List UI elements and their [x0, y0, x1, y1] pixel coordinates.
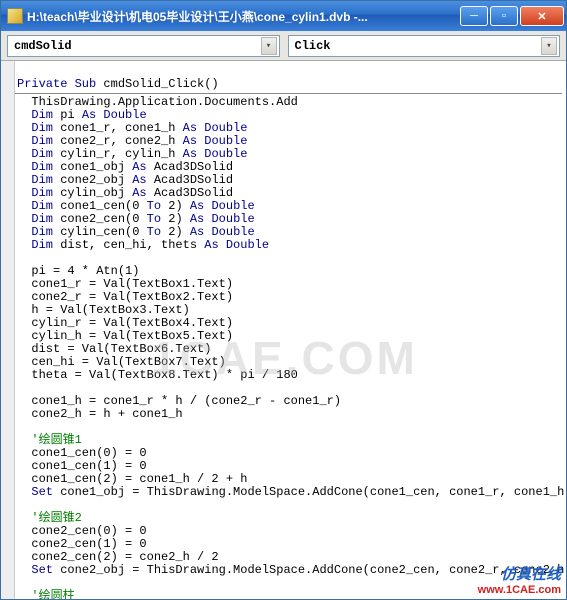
titlebar[interactable]: H:\teach\毕业设计\机电05毕业设计\王小燕\cone_cylin1.d… — [1, 1, 566, 31]
code-token: Dim — [17, 186, 53, 200]
code-line: cone1_r = Val(TextBox1.Text) — [17, 277, 233, 291]
code-token: pi — [53, 108, 82, 122]
code-token: cone2_obj — [53, 173, 132, 187]
code-line: cone1_cen(0) = 0 — [17, 446, 147, 460]
code-line: cone2_cen(1) = 0 — [17, 537, 147, 551]
code-comment: '绘圆柱 — [17, 589, 75, 599]
procedure-combo-value: Click — [295, 39, 331, 53]
code-token: cylin_cen(0 — [53, 225, 147, 239]
code-token: As — [132, 173, 146, 187]
code-token: cylin_obj — [53, 186, 132, 200]
code-toolbar: cmdSolid ▾ Click ▾ — [1, 31, 566, 61]
code-token: Dim — [17, 212, 53, 226]
code-token: Dim — [17, 199, 53, 213]
code-token: Dim — [17, 238, 53, 252]
code-editor[interactable]: Private Sub cmdSolid_Click() ThisDrawing… — [1, 61, 566, 599]
code-token: cone1_cen(0 — [53, 199, 147, 213]
code-line: cone1_cen(2) = cone1_h / 2 + h — [17, 472, 247, 486]
code-line: cone2_r = Val(TextBox2.Text) — [17, 290, 233, 304]
app-icon — [7, 8, 23, 24]
code-token: Dim — [17, 108, 53, 122]
code-token: Dim — [17, 134, 53, 148]
code-line: cone2_cen(2) = cone2_h / 2 — [17, 550, 219, 564]
code-line: cen_hi = Val(TextBox7.Text) — [17, 355, 226, 369]
code-token: As Double — [183, 147, 248, 161]
chevron-down-icon[interactable]: ▾ — [541, 37, 557, 55]
code-line: cylin_r = Val(TextBox4.Text) — [17, 316, 233, 330]
code-token: dist, cen_hi, thets — [53, 238, 204, 252]
code-line: pi = 4 * Atn(1) — [17, 264, 139, 278]
window-buttons: ─ ▫ ✕ — [460, 6, 564, 26]
code-token: Dim — [17, 173, 53, 187]
code-token: Set — [17, 563, 53, 577]
code-token: As Double — [190, 199, 255, 213]
code-token: Dim — [17, 147, 53, 161]
code-token: cone2_cen(0 — [53, 212, 147, 226]
procedure-separator — [15, 93, 562, 94]
code-token: 2) — [161, 212, 190, 226]
code-token: cone1_obj — [53, 160, 132, 174]
indicator-margin — [1, 61, 15, 599]
code-line: h = Val(TextBox3.Text) — [17, 303, 190, 317]
code-token: To — [147, 212, 161, 226]
code-token: As — [132, 186, 146, 200]
code-token: Dim — [17, 160, 53, 174]
code-token: Private Sub — [17, 77, 96, 91]
code-line: ThisDrawing.Application.Documents.Add — [17, 95, 298, 109]
code-token: As — [132, 160, 146, 174]
code-token: cone1_r, cone1_h — [53, 121, 183, 135]
code-token: cmdSolid_Click() — [96, 77, 218, 91]
code-token: To — [147, 225, 161, 239]
code-token: cone1_obj = ThisDrawing.ModelSpace.AddCo… — [53, 485, 566, 499]
chevron-down-icon[interactable]: ▾ — [261, 37, 277, 55]
code-line: theta = Val(TextBox8.Text) * pi / 180 — [17, 368, 298, 382]
code-area[interactable]: Private Sub cmdSolid_Click() ThisDrawing… — [15, 61, 566, 599]
minimize-button[interactable]: ─ — [460, 6, 488, 26]
code-token: Acad3DSolid — [147, 186, 233, 200]
code-token: As Double — [82, 108, 147, 122]
object-combobox[interactable]: cmdSolid ▾ — [7, 35, 280, 57]
code-token: cylin_r, cylin_h — [53, 147, 183, 161]
code-token: To — [147, 199, 161, 213]
code-line: dist = Val(TextBox6.Text) — [17, 342, 211, 356]
code-token: Dim — [17, 225, 53, 239]
code-token: As Double — [204, 238, 269, 252]
code-token: cone2_obj = ThisDrawing.ModelSpace.AddCo… — [53, 563, 566, 577]
code-token: Dim — [17, 121, 53, 135]
code-token: Acad3DSolid — [147, 173, 233, 187]
code-comment: '绘圆锥2 — [17, 511, 82, 525]
close-button[interactable]: ✕ — [520, 6, 564, 26]
code-line: cylin_h = Val(TextBox5.Text) — [17, 329, 233, 343]
code-token: As Double — [183, 121, 248, 135]
code-token: Set — [17, 485, 53, 499]
object-combo-value: cmdSolid — [14, 39, 72, 53]
code-token: 2) — [161, 199, 190, 213]
code-line: cone2_cen(0) = 0 — [17, 524, 147, 538]
maximize-button[interactable]: ▫ — [490, 6, 518, 26]
code-line: cone2_h = h + cone1_h — [17, 407, 183, 421]
procedure-combobox[interactable]: Click ▾ — [288, 35, 561, 57]
code-comment: '绘圆锥1 — [17, 433, 82, 447]
vba-editor-window: H:\teach\毕业设计\机电05毕业设计\王小燕\cone_cylin1.d… — [0, 0, 567, 600]
code-line: cone1_h = cone1_r * h / (cone2_r - cone1… — [17, 394, 341, 408]
code-token: As Double — [183, 134, 248, 148]
code-line: cone1_cen(1) = 0 — [17, 459, 147, 473]
code-token: Acad3DSolid — [147, 160, 233, 174]
code-token: As Double — [190, 225, 255, 239]
code-token: cone2_r, cone2_h — [53, 134, 183, 148]
window-title: H:\teach\毕业设计\机电05毕业设计\王小燕\cone_cylin1.d… — [27, 8, 460, 25]
code-token: As Double — [190, 212, 255, 226]
code-token: 2) — [161, 225, 190, 239]
